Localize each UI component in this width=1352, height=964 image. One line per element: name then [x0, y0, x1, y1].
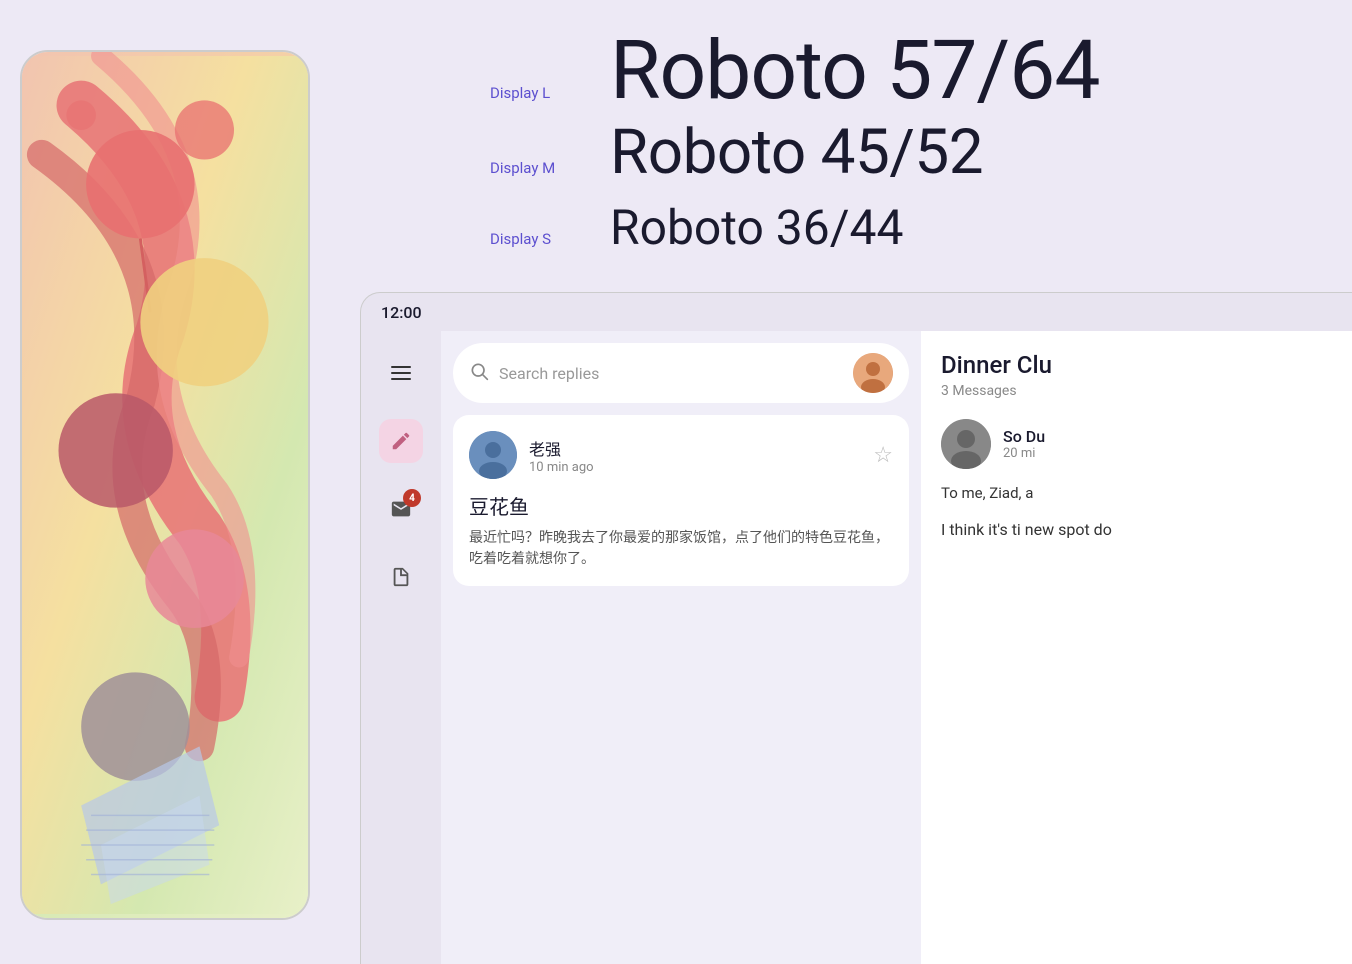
art-background: [22, 52, 308, 918]
sidebar-item-notes[interactable]: [379, 555, 423, 599]
avatar-image: [853, 353, 893, 393]
main-content: Search replies: [441, 331, 1352, 964]
search-bar[interactable]: Search replies: [453, 343, 909, 403]
star-button[interactable]: ☆: [873, 443, 893, 468]
search-placeholder: Search replies: [499, 364, 599, 383]
message-header: 老强 10 min ago ☆: [469, 431, 893, 479]
message-card[interactable]: 老强 10 min ago ☆ 豆花鱼 最近忙吗？昨晚我去了你最爱的那家饭馆，点…: [453, 415, 909, 586]
detail-subtitle: 3 Messages: [941, 383, 1352, 399]
sender-avatar: [469, 431, 517, 479]
sidebar-item-inbox[interactable]: 4: [379, 487, 423, 531]
app-mockup-area: 12:00: [330, 292, 1352, 964]
display-s-text: Roboto 36/44: [610, 204, 904, 252]
inbox-badge: 4: [403, 489, 421, 507]
detail-title: Dinner Clu: [941, 351, 1352, 379]
phone-mockup: [20, 50, 310, 920]
sidebar-item-menu[interactable]: [379, 351, 423, 395]
message-meta: 老强 10 min ago: [529, 436, 861, 475]
app-window: 12:00: [360, 292, 1352, 964]
user-avatar[interactable]: [853, 353, 893, 393]
detail-body-intro: To me, Ziad, a: [941, 481, 1352, 505]
contact-time: 20 mi: [1003, 446, 1045, 461]
display-l-row: Display L Roboto 57/64: [490, 30, 1292, 112]
display-s-row: Display S Roboto 36/44: [490, 204, 1292, 252]
sidebar-item-compose[interactable]: [379, 419, 423, 463]
sender-name: 老强: [529, 436, 861, 460]
typography-area: Display L Roboto 57/64 Display M Roboto …: [330, 0, 1352, 272]
contact-avatar-image: [941, 419, 991, 469]
left-section: [0, 0, 330, 964]
search-icon: [469, 361, 489, 386]
contact-name: So Du: [1003, 427, 1045, 446]
message-preview: 最近忙吗？昨晚我去了你最爱的那家饭馆，点了他们的特色豆花鱼，吃着吃着就想你了。: [469, 528, 893, 570]
display-m-row: Display M Roboto 45/52: [490, 122, 1292, 184]
contact-info: So Du 20 mi: [1003, 427, 1045, 461]
detail-panel: Dinner Clu 3 Messages: [921, 331, 1352, 964]
message-time: 10 min ago: [529, 460, 861, 475]
contact-avatar: [941, 419, 991, 469]
main-section: Display L Roboto 57/64 Display M Roboto …: [330, 0, 1352, 964]
detail-contact: So Du 20 mi: [941, 419, 1352, 469]
app-inner: 12:00: [361, 293, 1352, 964]
display-l-label: Display L: [490, 84, 610, 102]
display-s-label: Display S: [490, 230, 610, 248]
display-m-label: Display M: [490, 159, 610, 177]
detail-body-text: I think it's ti new spot do: [941, 517, 1352, 543]
message-list-panel: Search replies: [441, 331, 921, 964]
sender-avatar-image: [469, 431, 517, 479]
display-m-text: Roboto 45/52: [610, 122, 983, 184]
status-bar: 12:00: [361, 293, 1352, 331]
display-l-text: Roboto 57/64: [610, 30, 1099, 112]
message-subject: 豆花鱼: [469, 491, 893, 520]
sidebar: 4: [361, 331, 441, 964]
status-time: 12:00: [381, 303, 422, 322]
